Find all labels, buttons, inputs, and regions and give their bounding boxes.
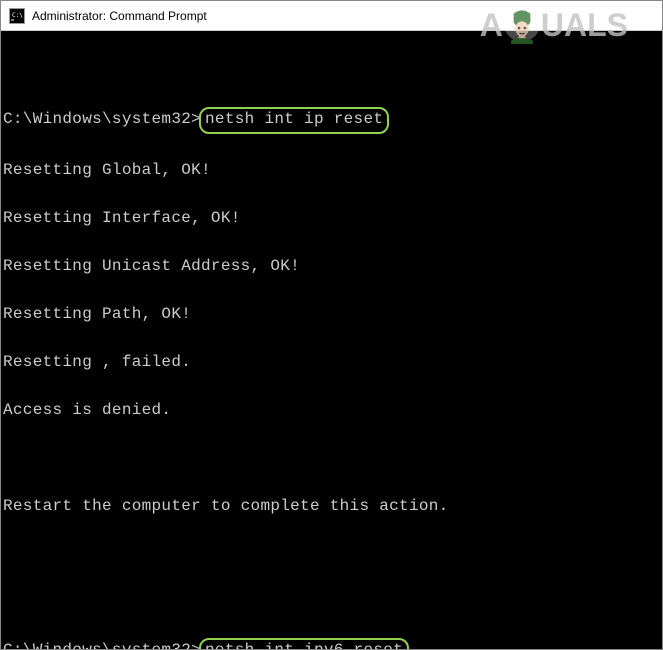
- prompt-text: C:\Windows\system32>: [3, 110, 201, 128]
- highlighted-command: netsh int ipv6 reset: [199, 638, 409, 649]
- terminal-line: [3, 542, 660, 566]
- terminal-line: [3, 590, 660, 614]
- terminal-line: C:\Windows\system32>netsh int ipv6 reset: [3, 638, 660, 649]
- terminal-line: Resetting Global, OK!: [3, 158, 660, 182]
- terminal-line: Resetting Path, OK!: [3, 302, 660, 326]
- window-title: Administrator: Command Prompt: [32, 9, 207, 23]
- terminal-line: Resetting Unicast Address, OK!: [3, 254, 660, 278]
- svg-text:C:\: C:\: [12, 12, 23, 19]
- window-frame: C:\ Administrator: Command Prompt C:\Win…: [0, 0, 663, 650]
- terminal-line: C:\Windows\system32>netsh int ip reset: [3, 107, 660, 134]
- prompt-text: C:\Windows\system32>: [3, 641, 201, 649]
- cmd-icon: C:\: [9, 8, 25, 24]
- highlighted-command: netsh int ip reset: [199, 107, 389, 134]
- terminal-line: Access is denied.: [3, 398, 660, 422]
- terminal-line: [3, 446, 660, 470]
- terminal-line: Resetting , failed.: [3, 350, 660, 374]
- terminal-line: [3, 59, 660, 83]
- terminal-line: Resetting Interface, OK!: [3, 206, 660, 230]
- terminal-output[interactable]: C:\Windows\system32>netsh int ip reset R…: [1, 31, 662, 649]
- title-bar[interactable]: C:\ Administrator: Command Prompt: [1, 1, 662, 31]
- terminal-line: Restart the computer to complete this ac…: [3, 494, 660, 518]
